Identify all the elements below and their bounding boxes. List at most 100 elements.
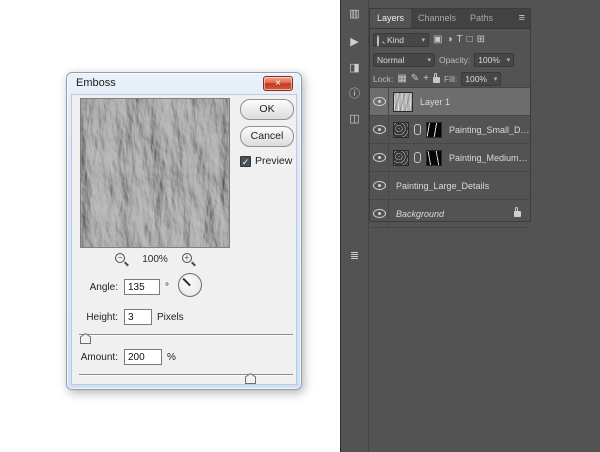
visibility-toggle[interactable] [370, 116, 389, 143]
amount-slider[interactable] [79, 371, 293, 384]
search-icon [377, 36, 385, 44]
angle-unit: ° [165, 282, 169, 293]
blend-mode-dropdown[interactable]: Normal ▾ [373, 53, 435, 67]
visibility-toggle[interactable] [370, 172, 389, 199]
zoom-controls: − 100% + [80, 253, 230, 266]
layer-thumbnail[interactable] [393, 122, 409, 138]
panels-icon[interactable]: ▥ [341, 8, 368, 20]
layer-name[interactable]: Painting_Medium_De... [449, 153, 530, 163]
height-slider[interactable] [79, 331, 293, 344]
angle-label: Angle: [72, 282, 118, 293]
lock-pixels-icon[interactable]: ✎ [411, 74, 419, 84]
angle-dial[interactable] [178, 273, 202, 297]
chevron-down-icon: ▾ [504, 56, 511, 64]
panel-menu-icon[interactable]: ≡ [514, 9, 530, 28]
tab-paths[interactable]: Paths [463, 9, 500, 28]
amount-slider-track [79, 374, 293, 376]
height-row: Height: Pixels [72, 309, 184, 325]
angle-input[interactable] [124, 279, 160, 295]
tab-channels[interactable]: Channels [411, 9, 463, 28]
amount-label: Amount: [72, 352, 118, 363]
fill-label: Fill: [444, 74, 457, 84]
height-label: Height: [72, 312, 118, 323]
cancel-button[interactable]: Cancel [240, 126, 294, 147]
preview-label: Preview [255, 155, 292, 167]
opacity-dropdown[interactable]: 100% ▾ [474, 53, 514, 67]
layer-row-layer1[interactable]: Layer 1 [370, 88, 530, 116]
layer-name[interactable]: Painting_Small_Details [449, 125, 530, 135]
zoom-out-icon[interactable]: − [115, 253, 128, 266]
amount-input[interactable] [124, 349, 162, 365]
angle-dial-hand [182, 278, 190, 286]
dialog-titlebar[interactable]: Emboss × [67, 73, 301, 94]
layer-thumbnail[interactable] [393, 92, 413, 112]
height-input[interactable] [124, 309, 152, 325]
layer-row-painting-large[interactable]: Painting_Large_Details [370, 172, 530, 200]
height-slider-track [79, 334, 293, 336]
amount-row: Amount: % [72, 349, 176, 365]
blend-mode-value: Normal [377, 55, 404, 65]
actions-icon[interactable]: ▶ [341, 36, 368, 48]
opacity-value: 100% [478, 55, 500, 65]
filter-adjustment-icon[interactable]: ◑ [446, 35, 452, 45]
emboss-dialog: Emboss × OK Cancel ✓ Previe [66, 72, 302, 390]
filter-image-icon[interactable]: ▣ [433, 35, 442, 45]
filter-type-icon[interactable]: T [457, 35, 463, 45]
height-unit: Pixels [157, 312, 184, 323]
amount-unit: % [167, 352, 176, 363]
blend-row: Normal ▾ Opacity: 100% ▾ [370, 50, 530, 70]
layers-panel: Layers Channels Paths ≡ Kind ▾ ▣ ◑ T □ ⊞ [369, 8, 531, 222]
visibility-toggle[interactable] [370, 200, 389, 227]
layer-row-painting-medium[interactable]: Painting_Medium_De... [370, 144, 530, 172]
zoom-in-icon[interactable]: + [182, 253, 195, 266]
lock-label: Lock: [373, 74, 393, 84]
lock-all-icon[interactable] [433, 77, 440, 83]
layer-row-painting-small[interactable]: Painting_Small_Details [370, 116, 530, 144]
layer-thumbnail[interactable] [393, 150, 409, 166]
layer-row-background[interactable]: Background [370, 200, 530, 228]
filter-smartobject-icon[interactable]: ⊞ [477, 35, 485, 45]
close-icon[interactable]: × [263, 76, 293, 91]
filter-kind-dropdown[interactable]: Kind ▾ [373, 33, 429, 47]
ok-button[interactable]: OK [240, 99, 294, 120]
visibility-toggle[interactable] [370, 144, 389, 171]
layer-name[interactable]: Layer 1 [420, 97, 450, 107]
lock-transparency-icon[interactable]: ▦ [397, 74, 406, 84]
filter-preview-image[interactable] [80, 98, 230, 248]
panel-tabbar: Layers Channels Paths ≡ [370, 9, 530, 29]
visibility-toggle[interactable] [370, 88, 389, 115]
eye-icon [373, 209, 386, 218]
fill-value: 100% [465, 74, 487, 84]
fill-dropdown[interactable]: 100% ▾ [461, 72, 501, 86]
preview-toggle[interactable]: ✓ Preview [240, 155, 292, 167]
color-panel-icon[interactable]: ◨ [341, 62, 368, 74]
layer-name[interactable]: Painting_Large_Details [396, 181, 489, 191]
lock-row: Lock: ▦ ✎ + Fill: 100% ▾ [370, 70, 530, 88]
opacity-label: Opacity: [439, 55, 470, 65]
chevron-down-icon: ▾ [418, 36, 425, 44]
filter-kind-label: Kind [387, 35, 404, 45]
dialog-content: OK Cancel ✓ Preview − 100% + Angle: [71, 94, 297, 385]
info-icon[interactable]: ⓘ [341, 88, 368, 100]
filter-shape-icon[interactable]: □ [467, 35, 473, 45]
chevron-down-icon: ▾ [491, 75, 498, 83]
properties-icon[interactable]: ≣ [341, 250, 368, 262]
panel-dock: ▥ ▶ ◨ ⓘ ◫ ≣ Layers Channels Paths ≡ Kind… [340, 0, 600, 452]
zoom-level: 100% [142, 254, 168, 265]
tab-layers[interactable]: Layers [370, 9, 411, 28]
link-icon [414, 124, 421, 135]
eye-icon [373, 125, 386, 134]
layer-mask-thumbnail[interactable] [426, 122, 442, 138]
lock-position-icon[interactable]: + [423, 74, 429, 84]
layer-mask-thumbnail[interactable] [426, 150, 442, 166]
layer-filter-row: Kind ▾ ▣ ◑ T □ ⊞ [370, 29, 530, 50]
angle-row: Angle: ° [72, 279, 169, 295]
preview-checkbox[interactable]: ✓ [240, 156, 251, 167]
amount-slider-thumb[interactable] [245, 373, 256, 384]
dialog-title: Emboss [76, 77, 116, 89]
collapsed-panel-strip: ▥ ▶ ◨ ⓘ ◫ ≣ [341, 0, 369, 452]
libraries-icon[interactable]: ◫ [341, 113, 368, 125]
layer-name[interactable]: Background [396, 209, 444, 219]
locked-icon [514, 211, 521, 217]
height-slider-thumb[interactable] [80, 333, 91, 344]
